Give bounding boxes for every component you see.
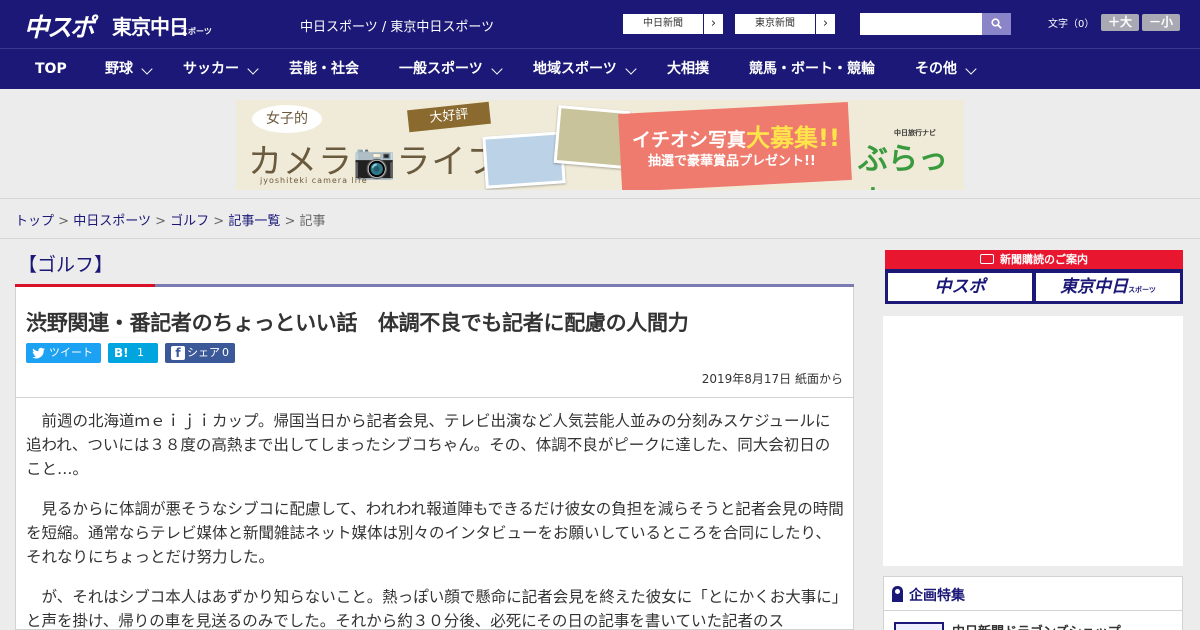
font-smaller-button[interactable]: －小 xyxy=(1142,14,1180,31)
main-nav: TOP 野球 サッカー 芸能・社会 一般スポーツ 地域スポーツ 大相撲 競馬・ボ… xyxy=(0,48,1200,89)
nav-item-other[interactable]: その他 xyxy=(915,49,977,90)
breadcrumb-article-list[interactable]: 記事一覧 xyxy=(228,214,280,229)
logo-chuspo: 中スポ xyxy=(24,13,95,42)
nav-item-baseball[interactable]: 野球 xyxy=(105,49,155,90)
hatena-bookmark-button[interactable]: B! 1 xyxy=(108,343,158,363)
article-paragraph: 前週の北海道ｍｅｉｊｉカップ。帰国当日から記者会見、テレビ出演など人気芸能人並み… xyxy=(26,412,831,478)
feature-divider xyxy=(884,610,1182,611)
article-divider xyxy=(16,397,853,398)
sidebar-ad-slot[interactable] xyxy=(883,316,1183,566)
chevron-down-icon xyxy=(247,63,259,75)
site-logo[interactable]: 中スポ 東京中日 スポーツ xyxy=(24,8,212,42)
nav-item-top[interactable]: TOP xyxy=(35,49,67,90)
tweet-button[interactable]: ツイート xyxy=(26,343,101,363)
feature-item-dragons-shop[interactable]: 中日新聞ドラゴンズショップ xyxy=(952,621,1121,630)
breadcrumb-current: 記事 xyxy=(299,214,326,229)
breadcrumb-golf[interactable]: ゴルフ xyxy=(170,214,209,229)
subscribe-chuspo-button[interactable]: 中スポ xyxy=(888,273,1032,301)
search-input[interactable] xyxy=(860,13,982,35)
twitter-icon xyxy=(32,347,45,359)
article-category: 【ゴルフ】 xyxy=(18,254,114,276)
facebook-share-button[interactable]: f シェア 0 xyxy=(165,343,235,363)
subscription-heading: 新聞購読のご案内 xyxy=(885,250,1183,269)
article-card: 渋野関連・番記者のちょっといい話 体調不良でも記者に配慮の人間力 ツイート B!… xyxy=(15,287,854,630)
feature-box: 企画特集 中日新聞ドラゴンズショップ xyxy=(883,576,1183,630)
newspaper-icon xyxy=(980,254,994,264)
hatena-icon: B! xyxy=(114,346,129,360)
hatena-count: 1 xyxy=(137,346,144,359)
logo-tokyo-chunichi: 東京中日 xyxy=(112,15,189,39)
font-bigger-button[interactable]: ＋大 xyxy=(1101,14,1139,31)
nav-item-keiba[interactable]: 競馬・ボート・競輪 xyxy=(749,49,875,90)
nav-item-soccer[interactable]: サッカー xyxy=(183,49,261,90)
chevron-down-icon xyxy=(625,63,637,75)
breadcrumb-top[interactable]: トップ xyxy=(15,214,54,229)
breadcrumb-chunichi-sports[interactable]: 中日スポーツ xyxy=(73,214,151,229)
logo-sports-small: スポーツ xyxy=(180,27,212,36)
chevron-down-icon xyxy=(141,63,153,75)
banner-ribbon: 大好評 xyxy=(407,101,491,133)
site-links[interactable]: 中日スポーツ / 東京中日スポーツ xyxy=(300,16,494,35)
nav-item-sumo[interactable]: 大相撲 xyxy=(667,49,709,90)
search-button[interactable] xyxy=(982,13,1011,35)
tokyo-shimbun-link[interactable]: 東京新聞 › xyxy=(734,13,836,35)
nav-item-general-sports[interactable]: 一般スポーツ xyxy=(399,49,511,90)
nav-item-local-sports[interactable]: 地域スポーツ xyxy=(533,49,639,90)
breadcrumb-divider xyxy=(0,238,1200,239)
article-date: 2019年8月17日 紙面から xyxy=(701,372,843,386)
article-paragraph: が、それはシブコ本人はあずかり知らないこと。熱っぽい顔で懸命に記者会見を終えた彼… xyxy=(26,588,840,630)
feature-heading: 企画特集 xyxy=(892,585,965,605)
chevron-right-icon: › xyxy=(815,14,835,34)
banner-prize: 抽選で豪華賞品プレゼント!! xyxy=(648,154,816,169)
nav-item-entertainment[interactable]: 芸能・社会 xyxy=(289,49,359,90)
subscription-box: 新聞購読のご案内 中スポ 東京中日スポーツ xyxy=(885,250,1183,304)
feature-thumbnail[interactable] xyxy=(894,622,944,630)
banner-brand: ぶらっ人 xyxy=(858,142,948,190)
facebook-count: 0 xyxy=(222,346,229,359)
ribbon-icon xyxy=(892,586,903,602)
banner-headline: イチオシ写真大募集!! xyxy=(632,124,840,152)
article-title: 渋野関連・番記者のちょっといい話 体調不良でも記者に配慮の人間力 xyxy=(26,311,689,335)
search-icon xyxy=(991,18,1002,29)
chunichi-shimbun-link[interactable]: 中日新聞 › xyxy=(622,13,724,35)
chevron-right-icon: › xyxy=(703,14,723,34)
chevron-down-icon xyxy=(491,63,503,75)
subscribe-tokyo-chunichi-button[interactable]: 東京中日スポーツ xyxy=(1036,273,1180,301)
banner-girl-label: 女子的 xyxy=(252,105,322,133)
font-size-label: 文字（0） xyxy=(1048,19,1095,30)
banner-area: 女子的 カメラ📷ライフ jyoshiteki camera life 大好評 イ… xyxy=(0,89,1200,199)
facebook-icon: f xyxy=(171,346,185,360)
banner-subtitle: jyoshiteki camera life xyxy=(260,176,368,185)
site-header: 中スポ 東京中日 スポーツ 中日スポーツ / 東京中日スポーツ 中日新聞 › 東… xyxy=(0,0,1200,48)
chevron-down-icon xyxy=(965,63,977,75)
article-paragraph: 見るからに体調が悪そうなシブコに配慮して、われわれ報道陣もできるだけ彼女の負担を… xyxy=(26,500,844,566)
breadcrumb: トップ > 中日スポーツ > ゴルフ > 記事一覧 > 記事 xyxy=(15,214,326,229)
camera-life-banner[interactable]: 女子的 カメラ📷ライフ jyoshiteki camera life 大好評 イ… xyxy=(236,100,964,190)
